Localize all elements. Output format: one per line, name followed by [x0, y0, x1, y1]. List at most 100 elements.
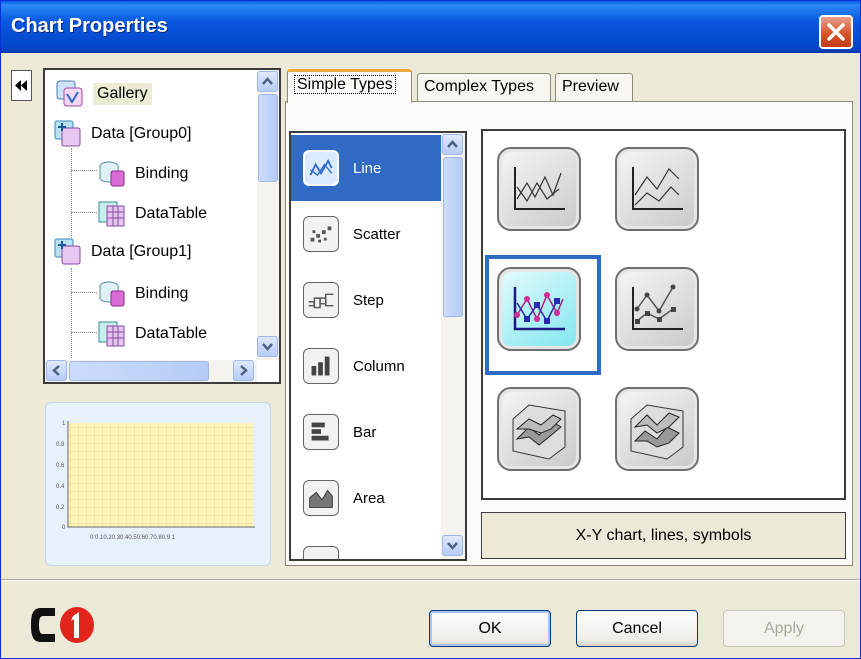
chart-type-label: Bar: [353, 423, 377, 441]
tree-item-label: DataTable: [135, 325, 208, 342]
property-tree: Gallery Data [Group0] Binding DataTable …: [43, 68, 281, 384]
tree-item-label: DataTable: [135, 205, 208, 222]
ribbon-3d-variant-icon: [630, 404, 684, 460]
chevron-down-icon: [262, 343, 273, 351]
tree-connector: [71, 212, 97, 213]
variant-line-area[interactable]: [615, 147, 699, 231]
tree-item-label: Binding: [135, 285, 189, 302]
preview-y-tick: 0.4: [56, 484, 65, 490]
tree-item-data-group0[interactable]: Data [Group0]: [53, 118, 192, 150]
chart-type-scrollbar[interactable]: [441, 133, 465, 559]
c1-logo: [31, 607, 94, 643]
bar-chart-icon: [303, 414, 339, 450]
collapse-pane-button[interactable]: [11, 70, 32, 101]
scroll-down-button[interactable]: [257, 336, 278, 357]
scroll-right-button[interactable]: [233, 360, 254, 381]
tab-complex-types[interactable]: Complex Types: [417, 73, 551, 101]
tree-item-gallery[interactable]: Gallery: [55, 78, 152, 110]
tree-item-label: Gallery: [93, 83, 152, 105]
variant-line-symbols[interactable]: [497, 267, 581, 351]
chart-type-label: Step: [353, 291, 384, 309]
title-bar: Chart Properties: [1, 1, 860, 53]
tree-item-label: Data [Group1]: [91, 243, 192, 260]
chart-type-label: Column: [353, 357, 405, 375]
gallery-icon: [56, 80, 83, 107]
binding-icon: [99, 281, 125, 307]
close-button[interactable]: [819, 15, 853, 49]
tab-simple-types[interactable]: Simple Types: [287, 69, 412, 103]
chevron-left-icon: [52, 365, 60, 376]
chart-type-area[interactable]: Area: [291, 465, 441, 531]
preview-y-tick: 0.8: [56, 442, 65, 448]
chart-type-label: Area: [353, 489, 385, 507]
tree-connector: [71, 170, 97, 171]
scroll-down-button[interactable]: [442, 535, 463, 556]
tree-item-label: Binding: [135, 165, 189, 182]
tree-item-data-group1[interactable]: Data [Group1]: [53, 236, 192, 268]
scroll-up-button[interactable]: [257, 71, 278, 92]
chevron-up-icon: [447, 140, 458, 148]
scroll-thumb[interactable]: [69, 361, 209, 381]
tree-connector: [71, 268, 72, 358]
tree-item-datatable[interactable]: DataTable: [97, 318, 207, 350]
scroll-up-button[interactable]: [442, 134, 463, 155]
tree-item-datatable[interactable]: DataTable: [97, 198, 207, 230]
ok-button[interactable]: OK: [429, 610, 551, 647]
preview-y-tick: 0.6: [56, 463, 65, 469]
preview-x-ticks: 0 0.10.20.30.40.50.60.70.80.9 1: [90, 535, 176, 541]
tab-label: Complex Types: [424, 78, 534, 95]
variant-line-symbols-gray[interactable]: [615, 267, 699, 351]
preview-y-tick: 0: [62, 525, 66, 531]
tab-label: Simple Types: [294, 75, 396, 94]
chart-type-bar[interactable]: Bar: [291, 399, 441, 465]
line-symbols-variant-icon: [632, 284, 683, 330]
chevron-down-icon: [447, 542, 458, 550]
datatable-icon: [98, 321, 125, 347]
tree-item-label: Data [Group0]: [91, 125, 192, 142]
variant-line-plain[interactable]: [497, 147, 581, 231]
preview-y-tick: 0.2: [56, 505, 65, 511]
line-symbols-variant-icon: [513, 287, 565, 331]
chart-type-scatter[interactable]: Scatter: [291, 201, 441, 267]
line-chart-icon: [303, 150, 339, 186]
ribbon-3d-variant-icon: [512, 404, 566, 460]
chart-type-list: Line Scatter Step Column Bar Area: [289, 131, 467, 561]
double-chevron-left-icon: [15, 80, 27, 91]
scroll-left-button[interactable]: [46, 360, 67, 381]
tree-item-binding[interactable]: Binding: [97, 158, 188, 190]
chart-variant-gallery: [481, 129, 846, 500]
binding-icon: [99, 161, 125, 187]
chevron-up-icon: [262, 77, 273, 85]
scatter-chart-icon: [303, 216, 339, 252]
footer-separator: [1, 579, 860, 581]
variant-3d-ribbon-alt[interactable]: [615, 387, 699, 471]
data-group-icon: [54, 120, 81, 147]
tab-label: Preview: [562, 78, 619, 95]
scroll-thumb[interactable]: [258, 94, 278, 182]
tree-item-binding[interactable]: Binding: [97, 278, 188, 310]
chart-type-icon: [303, 546, 339, 559]
step-chart-icon: [303, 282, 339, 318]
preview-chart: 1 0.8 0.6 0.4 0.2 0 0 0.10.20.30.40.50.6…: [56, 421, 255, 541]
line-variant-icon: [632, 167, 683, 210]
chart-type-step[interactable]: Step: [291, 267, 441, 333]
variant-3d-ribbon[interactable]: [497, 387, 581, 471]
data-group-icon: [54, 238, 81, 265]
tree-connector: [71, 292, 97, 293]
datatable-icon: [98, 201, 125, 227]
tree-vertical-scrollbar[interactable]: [257, 70, 279, 360]
chart-type-label: Scatter: [353, 225, 401, 243]
window-title: Chart Properties: [11, 15, 168, 37]
tab-preview[interactable]: Preview: [555, 73, 633, 101]
chart-type-line[interactable]: Line: [291, 135, 441, 201]
chart-properties-window: Chart Properties Gallery Data [Group0] B…: [0, 0, 861, 659]
apply-button[interactable]: Apply: [723, 610, 845, 647]
chart-type-column[interactable]: Column: [291, 333, 441, 399]
scroll-thumb[interactable]: [443, 157, 463, 317]
preview-y-tick: 1: [62, 421, 66, 427]
chart-type-label: Line: [353, 159, 382, 177]
chart-type-partial[interactable]: [291, 531, 441, 559]
chevron-right-icon: [240, 365, 248, 376]
tree-horizontal-scrollbar[interactable]: [45, 360, 257, 382]
cancel-button[interactable]: Cancel: [576, 610, 698, 647]
